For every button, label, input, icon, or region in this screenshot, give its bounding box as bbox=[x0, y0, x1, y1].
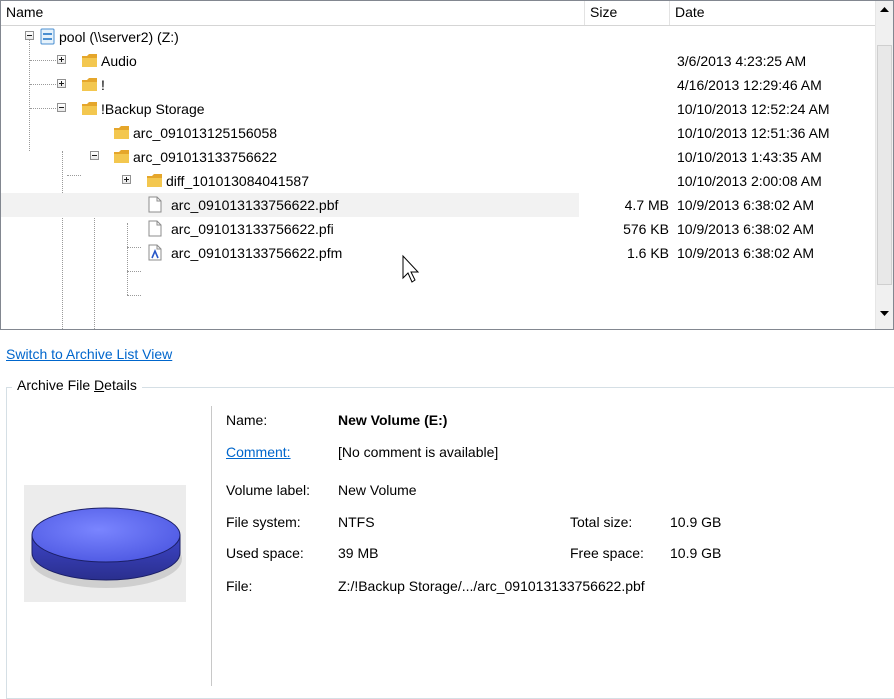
scroll-up-icon[interactable] bbox=[876, 1, 893, 18]
tree-item-label: arc_091013125156058 bbox=[133, 125, 278, 141]
used-space-value: 39 MB bbox=[338, 545, 379, 561]
tree-row-pool[interactable]: pool (\\server2) (Z:) bbox=[1, 25, 876, 49]
file-path-value: Z:/!Backup Storage/.../arc_0910131337566… bbox=[338, 578, 645, 594]
network-drive-icon bbox=[40, 28, 55, 45]
tree-row-diff[interactable]: diff_101013084041587 10/10/2013 2:00:08 … bbox=[1, 169, 876, 193]
file-icon bbox=[148, 220, 162, 237]
file-system-value: NTFS bbox=[338, 514, 375, 530]
column-header-date[interactable]: Date bbox=[670, 1, 876, 25]
details-separator bbox=[211, 406, 212, 686]
tree-line bbox=[30, 84, 56, 85]
tree-row-audio[interactable]: Audio 3/6/2013 4:23:25 AM bbox=[1, 49, 876, 73]
scrollbar-thumb[interactable] bbox=[877, 45, 892, 285]
tree-item-label: arc_091013133756622 bbox=[133, 149, 278, 165]
tree-item-date: 10/9/2013 6:38:02 AM bbox=[677, 197, 814, 213]
disk-volume-icon bbox=[30, 507, 182, 588]
scroll-down-icon[interactable] bbox=[876, 305, 893, 322]
tree-item-date: 10/9/2013 6:38:02 AM bbox=[677, 221, 814, 237]
tree-line bbox=[30, 108, 56, 109]
tree-item-date: 3/6/2013 4:23:25 AM bbox=[677, 53, 807, 69]
tree-item-date: 10/9/2013 6:38:02 AM bbox=[677, 245, 814, 261]
free-space-value: 10.9 GB bbox=[670, 545, 722, 561]
tree-item-label: diff_101013084041587 bbox=[166, 173, 310, 189]
tree-rows: pool (\\server2) (Z:) Audio 3/6/2013 4:2… bbox=[1, 25, 876, 329]
file-label: File: bbox=[226, 578, 253, 594]
archive-tree-view[interactable]: Name Size Date pool (\\server2) (Z:) Aud… bbox=[0, 0, 894, 330]
collapse-toggle[interactable] bbox=[57, 103, 66, 112]
folder-icon bbox=[114, 126, 129, 139]
name-value: New Volume (E:) bbox=[338, 412, 448, 428]
tree-item-label: Audio bbox=[101, 53, 137, 69]
column-header: Name Size Date bbox=[1, 1, 876, 26]
tree-item-label: ! bbox=[101, 77, 105, 93]
collapse-toggle[interactable] bbox=[25, 31, 34, 40]
file-icon bbox=[148, 196, 162, 213]
tree-item-label: arc_091013133756622.pfm bbox=[171, 245, 343, 261]
tree-row-bang[interactable]: ! 4/16/2013 12:29:46 AM bbox=[1, 73, 876, 97]
expand-toggle[interactable] bbox=[57, 79, 66, 88]
column-header-size[interactable]: Size bbox=[585, 1, 670, 25]
comment-value: [No comment is available] bbox=[338, 444, 499, 460]
tree-item-date: 10/10/2013 1:43:35 AM bbox=[677, 149, 822, 165]
tree-row-backup-storage[interactable]: !Backup Storage 10/10/2013 12:52:24 AM bbox=[1, 97, 876, 121]
tree-item-date: 4/16/2013 12:29:46 AM bbox=[677, 77, 822, 93]
name-label: Name: bbox=[226, 412, 268, 428]
tree-line bbox=[127, 295, 141, 296]
switch-to-archive-list-link[interactable]: Switch to Archive List View bbox=[6, 346, 172, 362]
tree-row-partial[interactable] bbox=[1, 265, 876, 289]
folder-icon bbox=[82, 54, 97, 67]
collapse-toggle[interactable] bbox=[90, 151, 99, 160]
font-file-icon bbox=[148, 244, 162, 261]
tree-item-size: 576 KB bbox=[623, 221, 669, 237]
folder-icon bbox=[147, 174, 162, 187]
volume-label-label: Volume label: bbox=[226, 482, 311, 498]
disk-preview bbox=[24, 485, 186, 602]
archive-file-details-legend: Archive File Details bbox=[12, 377, 142, 393]
file-system-label: File system: bbox=[226, 514, 301, 530]
tree-item-date: 10/10/2013 12:52:24 AM bbox=[677, 101, 830, 117]
volume-label-value: New Volume bbox=[338, 482, 417, 498]
tree-item-label: !Backup Storage bbox=[101, 101, 205, 117]
free-space-label: Free space: bbox=[570, 545, 644, 561]
expand-toggle[interactable] bbox=[57, 55, 66, 64]
tree-item-date: 10/10/2013 12:51:36 AM bbox=[677, 125, 830, 141]
used-space-label: Used space: bbox=[226, 545, 304, 561]
tree-item-date: 10/10/2013 2:00:08 AM bbox=[677, 173, 822, 189]
folder-icon bbox=[113, 327, 130, 330]
tree-item-size: 1.6 KB bbox=[626, 245, 669, 261]
expand-toggle[interactable] bbox=[122, 175, 131, 184]
vertical-scrollbar[interactable] bbox=[875, 1, 893, 329]
total-size-label: Total size: bbox=[570, 514, 633, 530]
tree-row-arc-2[interactable]: arc_091013133756622 10/10/2013 1:43:35 A… bbox=[1, 145, 876, 169]
mouse-cursor-icon bbox=[402, 254, 420, 283]
tree-line bbox=[30, 60, 56, 61]
tree-row-arc-1[interactable]: arc_091013125156058 10/10/2013 12:51:36 … bbox=[1, 121, 876, 145]
folder-icon bbox=[114, 150, 129, 163]
tree-row-pfi[interactable]: arc_091013133756622.pfi 576 KB 10/9/2013… bbox=[1, 217, 876, 241]
folder-icon bbox=[82, 78, 97, 91]
tree-item-size: 4.7 MB bbox=[624, 197, 669, 213]
folder-icon bbox=[82, 102, 97, 115]
tree-item-label: arc_091013133756622.pfi bbox=[171, 221, 334, 237]
tree-item-label: pool (\\server2) (Z:) bbox=[59, 29, 179, 45]
tree-row-pfm[interactable]: arc_091013133756622.pfm 1.6 KB 10/9/2013… bbox=[1, 241, 876, 265]
tree-row-pbf[interactable]: arc_091013133756622.pbf 4.7 MB 10/9/2013… bbox=[1, 193, 876, 217]
column-header-name[interactable]: Name bbox=[1, 1, 585, 25]
tree-item-label: arc_091013133756622.pbf bbox=[171, 197, 339, 213]
total-size-value: 10.9 GB bbox=[670, 514, 722, 530]
comment-link[interactable]: Comment: bbox=[226, 442, 291, 462]
